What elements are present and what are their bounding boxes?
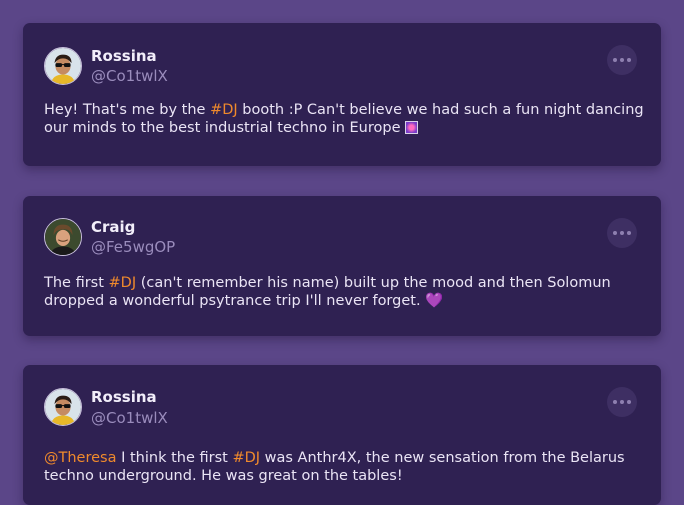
more-options-button[interactable] bbox=[607, 45, 637, 75]
dot-icon bbox=[620, 58, 624, 62]
avatar[interactable] bbox=[44, 47, 82, 85]
hashtag-link[interactable]: #DJ bbox=[210, 102, 238, 118]
author-handle[interactable]: @Co1twlX bbox=[91, 409, 168, 427]
hashtag-link[interactable]: #DJ bbox=[109, 275, 137, 291]
dot-icon bbox=[613, 400, 617, 404]
dot-icon bbox=[620, 400, 624, 404]
sparkle-emoji-icon bbox=[405, 121, 419, 134]
dot-icon bbox=[627, 400, 631, 404]
avatar[interactable] bbox=[44, 388, 82, 426]
dot-icon bbox=[627, 58, 631, 62]
author-name[interactable]: Craig bbox=[91, 218, 135, 236]
post-text: The first #DJ (can't remember his name) … bbox=[44, 274, 644, 310]
author-handle[interactable]: @Co1twlX bbox=[91, 67, 168, 85]
author-name[interactable]: Rossina bbox=[91, 388, 157, 406]
post-text: @Theresa I think the first #DJ was Anthr… bbox=[44, 449, 644, 485]
post-text-part: I think the first bbox=[116, 450, 233, 466]
post-card: Craig @Fe5wgOP The first #DJ (can't reme… bbox=[23, 196, 661, 336]
more-options-button[interactable] bbox=[607, 218, 637, 248]
dot-icon bbox=[613, 231, 617, 235]
avatar[interactable] bbox=[44, 218, 82, 256]
dot-icon bbox=[620, 231, 624, 235]
dot-icon bbox=[627, 231, 631, 235]
author-handle[interactable]: @Fe5wgOP bbox=[91, 238, 175, 256]
purple-heart-emoji: 💜 bbox=[425, 293, 444, 309]
hashtag-link[interactable]: #DJ bbox=[232, 450, 260, 466]
post-text-part: Hey! That's me by the bbox=[44, 102, 211, 118]
more-options-button[interactable] bbox=[607, 387, 637, 417]
post-text: Hey! That's me by the #DJ booth :P Can't… bbox=[44, 101, 644, 137]
post-card: Rossina @Co1twlX Hey! That's me by the #… bbox=[23, 23, 661, 166]
post-text-part: The first bbox=[44, 275, 109, 291]
post-card: Rossina @Co1twlX @Theresa I think the fi… bbox=[23, 365, 661, 505]
author-name[interactable]: Rossina bbox=[91, 47, 157, 65]
mention-link[interactable]: @Theresa bbox=[44, 450, 116, 466]
dot-icon bbox=[613, 58, 617, 62]
